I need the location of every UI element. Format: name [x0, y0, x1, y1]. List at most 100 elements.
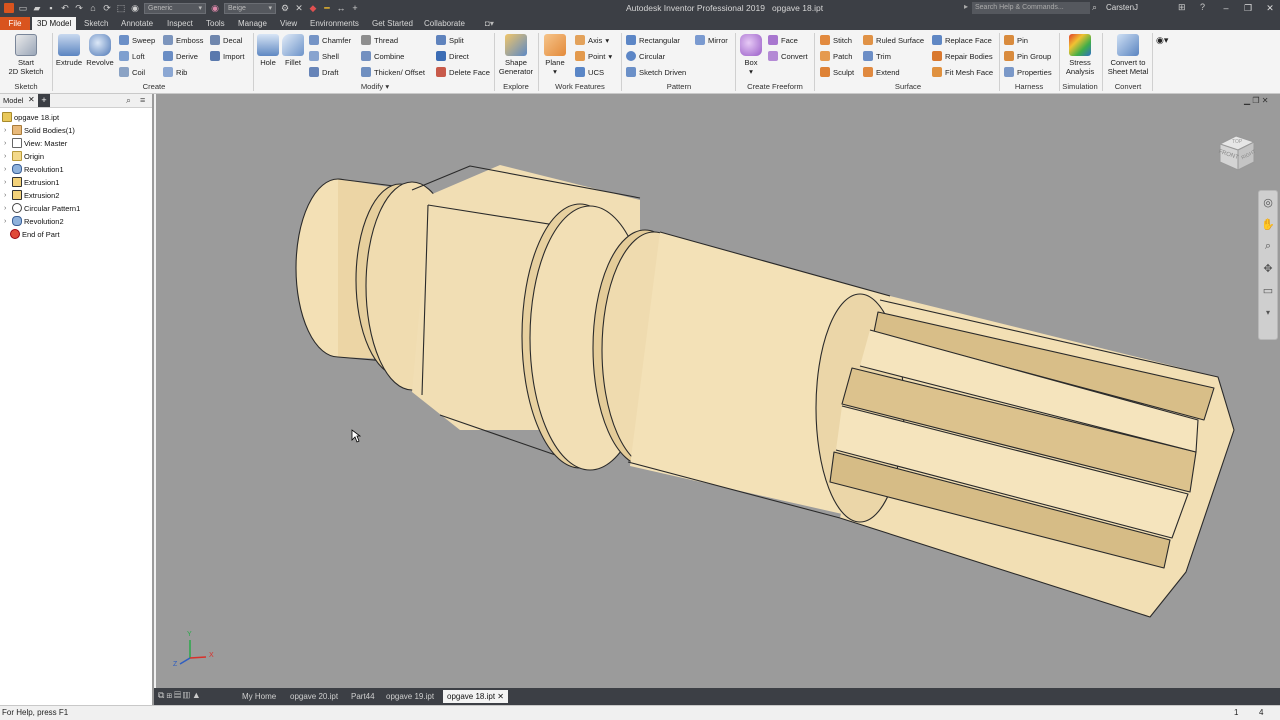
tree-node-part[interactable]: opgave 18.ipt: [2, 111, 59, 123]
tab-get-started[interactable]: Get Started: [367, 17, 418, 30]
doc-tab-my-home[interactable]: My Home: [238, 690, 280, 703]
expand-icon[interactable]: ›: [4, 153, 10, 160]
line-icon[interactable]: ━: [322, 3, 332, 13]
close-icon[interactable]: ✕: [497, 692, 504, 701]
browser-add-button[interactable]: +: [38, 94, 50, 107]
stress-analysis-button[interactable]: Stress Analysis: [1062, 34, 1098, 76]
tile-windows-icon[interactable]: ⧉⊞▤▥▲: [158, 690, 203, 701]
adjust-icon[interactable]: ⚙: [280, 3, 290, 13]
tree-node-solid-bodies[interactable]: › Solid Bodies(1): [4, 124, 75, 136]
expand-icon[interactable]: ›: [4, 218, 10, 225]
shaft-model[interactable]: [156, 94, 1280, 688]
view-cube[interactable]: FRONT RIGHT TOP: [1214, 132, 1258, 174]
fit-mesh-face-button[interactable]: Fit Mesh Face: [932, 67, 993, 77]
browser-close-icon[interactable]: ✕: [28, 95, 35, 104]
draft-button[interactable]: Draft: [309, 67, 338, 77]
trim-button[interactable]: Trim: [863, 51, 891, 61]
shell-button[interactable]: Shell: [309, 51, 339, 61]
thicken-offset-button[interactable]: Thicken/ Offset: [361, 67, 425, 77]
replace-face-button[interactable]: Replace Face: [932, 35, 992, 45]
ucs-button[interactable]: UCS: [575, 67, 604, 77]
extend-button[interactable]: Extend: [863, 67, 900, 77]
hole-button[interactable]: Hole: [256, 34, 280, 67]
open-icon[interactable]: ▰: [32, 3, 42, 13]
convert-to-sheet-metal-button[interactable]: Convert to Sheet Metal: [1105, 34, 1151, 76]
navbar-options-icon[interactable]: ▾: [1259, 301, 1277, 323]
steering-wheel-icon[interactable]: ◎: [1259, 191, 1277, 213]
appearance-dropdown[interactable]: Beige ▾: [224, 2, 276, 14]
restore-button[interactable]: ❐: [1238, 1, 1258, 15]
tab-inspect[interactable]: Inspect: [162, 17, 198, 30]
expand-icon[interactable]: ›: [4, 166, 10, 173]
ribbon-display-options-button[interactable]: ◉▾: [1156, 35, 1168, 46]
import-button[interactable]: Import: [210, 51, 245, 61]
direct-button[interactable]: Direct: [436, 51, 469, 61]
tree-node-extrusion2[interactable]: › Extrusion2: [4, 189, 59, 201]
update-icon[interactable]: ⟳: [102, 3, 112, 13]
pin-group-button[interactable]: Pin Group: [1004, 51, 1051, 61]
fillet-button[interactable]: Fillet: [282, 34, 304, 67]
close-button[interactable]: ✕: [1260, 1, 1280, 15]
graphics-viewport[interactable]: ▁ ❐ ✕ FRONT RIGHT TOP Y X Z: [156, 94, 1280, 688]
group-modify-label[interactable]: Modify ▾: [300, 82, 450, 91]
home-icon[interactable]: ⌂: [88, 3, 98, 13]
circular-pattern-button[interactable]: Circular: [626, 51, 665, 61]
stitch-button[interactable]: Stitch: [820, 35, 852, 45]
tree-node-revolution2[interactable]: › Revolution2: [4, 215, 64, 227]
binoculars-icon[interactable]: ⌕: [1092, 2, 1097, 13]
material-dropdown[interactable]: Generic ▾: [144, 2, 206, 14]
rib-button[interactable]: Rib: [163, 67, 187, 77]
tree-node-circular-pattern1[interactable]: › Circular Pattern1: [4, 202, 80, 214]
doc-tab-opgave-20[interactable]: opgave 20.ipt: [286, 690, 342, 703]
tab-sketch[interactable]: Sketch: [79, 17, 113, 30]
tree-node-origin[interactable]: › Origin: [4, 150, 44, 162]
ribbon-options-icon[interactable]: ◘▾: [480, 17, 499, 30]
tree-node-view[interactable]: › View: Master: [4, 137, 67, 149]
pan-icon[interactable]: ✋: [1259, 213, 1277, 235]
browser-tab-model[interactable]: Model: [3, 96, 23, 105]
extrude-button[interactable]: Extrude: [56, 34, 82, 67]
face-button[interactable]: Face: [768, 35, 798, 45]
tree-node-revolution1[interactable]: › Revolution1: [4, 163, 64, 175]
tab-annotate[interactable]: Annotate: [116, 17, 158, 30]
color-fill-icon[interactable]: ◆: [308, 3, 318, 13]
expand-icon[interactable]: ›: [4, 179, 10, 186]
rectangular-pattern-button[interactable]: Rectangular: [626, 35, 680, 45]
point-button[interactable]: Point ▾: [575, 51, 612, 61]
tab-manage[interactable]: Manage: [233, 17, 272, 30]
tab-tools[interactable]: Tools: [201, 17, 230, 30]
coil-button[interactable]: Coil: [119, 67, 145, 77]
chamfer-button[interactable]: Chamfer: [309, 35, 351, 45]
mirror-button[interactable]: Mirror: [695, 35, 728, 45]
plus-icon[interactable]: +: [350, 3, 360, 13]
save-icon[interactable]: ▪: [46, 3, 56, 13]
tab-3d-model[interactable]: 3D Model: [32, 17, 77, 30]
tree-node-extrusion1[interactable]: › Extrusion1: [4, 176, 59, 188]
tab-collaborate[interactable]: Collaborate: [419, 17, 470, 30]
start-2d-sketch-button[interactable]: Start 2D Sketch: [8, 34, 44, 76]
tab-view[interactable]: View: [275, 17, 302, 30]
zoom-icon[interactable]: ⌕: [1259, 235, 1277, 257]
split-button[interactable]: Split: [436, 35, 464, 45]
clear-override-icon[interactable]: ✕: [294, 3, 304, 13]
axis-button[interactable]: Axis ▾: [575, 35, 609, 45]
search-icon[interactable]: ⌕: [126, 95, 131, 106]
patch-button[interactable]: Patch: [820, 51, 852, 61]
loft-button[interactable]: Loft: [119, 51, 145, 61]
sculpt-button[interactable]: Sculpt: [820, 67, 854, 77]
doc-tab-opgave-19[interactable]: opgave 19.ipt: [382, 690, 438, 703]
expand-icon[interactable]: ›: [4, 127, 10, 134]
tree-node-end-of-part[interactable]: End of Part: [10, 228, 60, 240]
delete-face-button[interactable]: Delete Face: [436, 67, 490, 77]
undo-icon[interactable]: ↶: [60, 3, 70, 13]
expand-icon[interactable]: ›: [4, 192, 10, 199]
help-search-input[interactable]: Search Help & Commands...: [972, 2, 1090, 14]
revolve-button[interactable]: Revolve: [86, 34, 114, 67]
cart-icon[interactable]: ⊞: [1178, 2, 1186, 13]
sweep-button[interactable]: Sweep: [119, 35, 155, 45]
decal-button[interactable]: Decal: [210, 35, 242, 45]
derive-button[interactable]: Derive: [163, 51, 198, 61]
doc-tab-part44[interactable]: Part44: [347, 690, 379, 703]
pin-button[interactable]: Pin: [1004, 35, 1028, 45]
app-menu-icon[interactable]: [4, 3, 14, 13]
